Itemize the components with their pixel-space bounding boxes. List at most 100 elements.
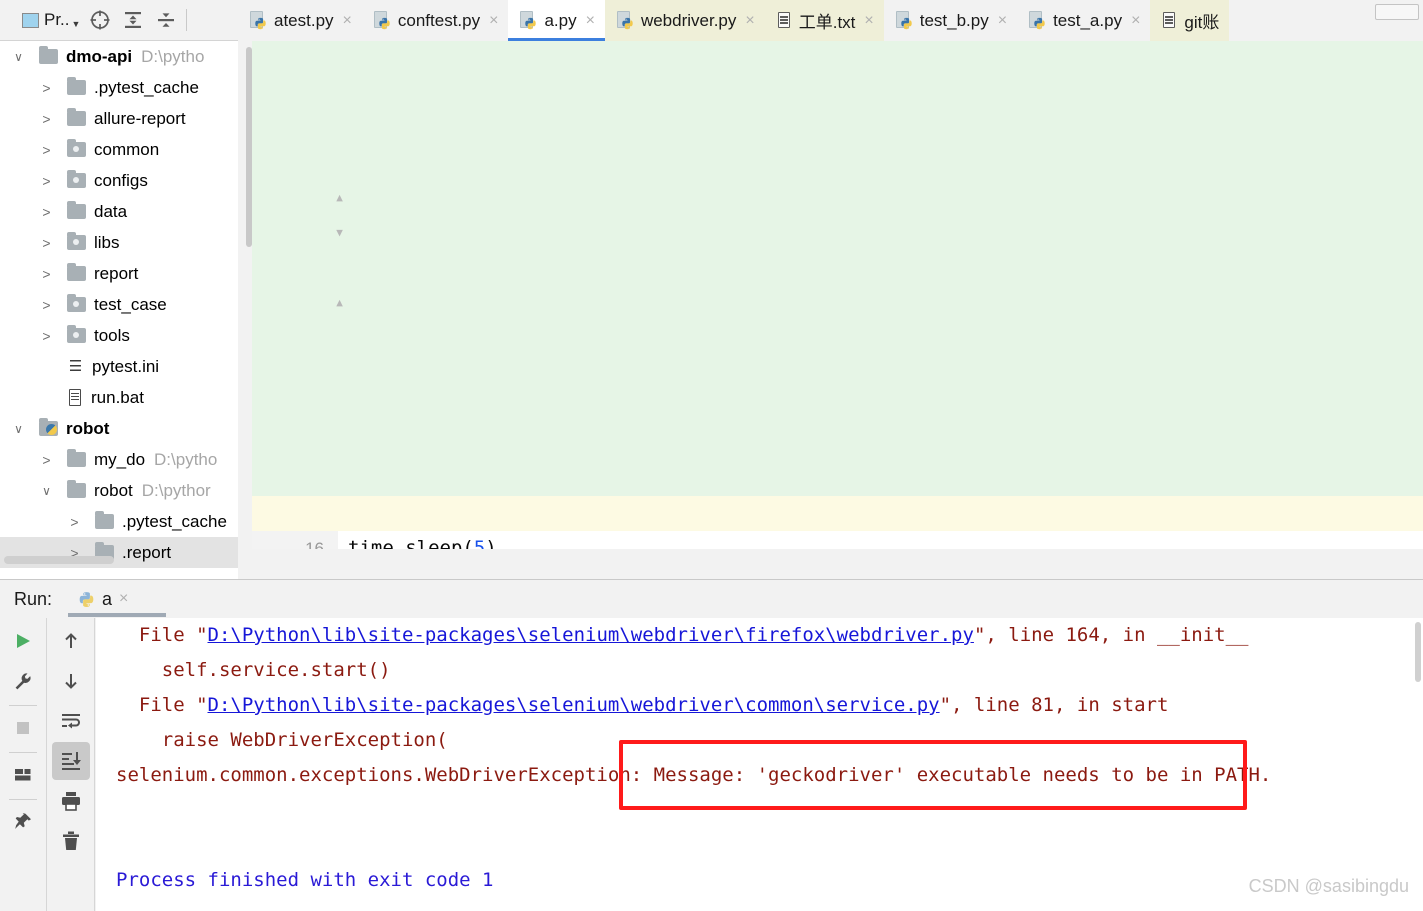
tab-gongdan-txt[interactable]: 工单.txt ×	[764, 0, 884, 41]
close-icon[interactable]: ×	[343, 12, 352, 29]
layout-icon[interactable]	[4, 756, 42, 794]
tree-item-my-do[interactable]: my_do D:\pytho	[0, 444, 238, 475]
tree-item-configs[interactable]: configs	[0, 165, 238, 196]
tab-atest-py[interactable]: atest.py ×	[238, 0, 362, 41]
tree-item-label: .pytest_cache	[122, 511, 227, 531]
code-line-6[interactable]: 6 @Email: dcr_gaojba@dcits.com	[252, 146, 1423, 244]
tree-horizontal-scrollbar[interactable]	[4, 556, 114, 564]
project-window-icon	[22, 12, 39, 28]
tree-item-common[interactable]: common	[0, 134, 238, 165]
chevron-right-icon[interactable]	[40, 328, 53, 344]
close-icon[interactable]: ×	[864, 12, 873, 29]
chevron-right-icon[interactable]	[68, 514, 81, 530]
chevron-down-icon[interactable]	[12, 421, 25, 436]
code-line-16[interactable]: 16	[252, 496, 1423, 549]
code-line-7[interactable]: 7 ▲ """	[252, 181, 1423, 314]
tab-test-a-py[interactable]: test_a.py ×	[1017, 0, 1151, 41]
tab-a-py[interactable]: a.py ×	[508, 0, 606, 41]
fold-marker-icon[interactable]: ▲	[334, 192, 345, 203]
code-line-5[interactable]: 5 @author: gao'jian'bo	[252, 111, 1423, 209]
project-tree[interactable]: dmo-api D:\pytho .pytest_cache allure-re…	[0, 41, 238, 579]
tree-item-tools[interactable]: tools	[0, 320, 238, 351]
code-line-10[interactable]: 10 ▲ import time	[252, 286, 1423, 419]
chevron-right-icon[interactable]	[40, 204, 53, 220]
close-icon[interactable]: ×	[998, 12, 1007, 29]
tree-item-path: D:\pytho	[141, 46, 205, 66]
code-editor[interactable]: 3 @file_name: a 4 @current_time: 2022/1/…	[252, 41, 1423, 549]
code-line-11[interactable]: 11 mydri = webdriver.Firefox()	[252, 321, 1423, 419]
tree-item-pytest-cache[interactable]: .pytest_cache	[0, 72, 238, 103]
code-line-14[interactable]: 14 ele = mydri.find_element(By.CSS_SELEC…	[252, 426, 1423, 524]
chevron-right-icon[interactable]	[40, 452, 53, 468]
chevron-right-icon[interactable]	[40, 142, 53, 158]
soft-wrap-icon[interactable]	[52, 702, 90, 740]
project-view-button[interactable]: Pr.. ▼	[19, 6, 83, 34]
code-line-12[interactable]: 12 mydri.get('https://www.baidu.com')	[252, 356, 1423, 454]
code-line-9[interactable]: 9 from selenium.webdriver.common.by impo…	[252, 251, 1423, 349]
tab-webdriver-py[interactable]: webdriver.py ×	[604, 0, 765, 41]
print-icon[interactable]	[52, 782, 90, 820]
tab-test-b-py[interactable]: test_b.py ×	[883, 0, 1018, 41]
run-configuration-tab[interactable]: a ×	[78, 589, 128, 610]
text-file-icon	[777, 11, 792, 30]
tab-conftest-py[interactable]: conftest.py ×	[361, 0, 509, 41]
collapse-all-icon[interactable]	[149, 4, 182, 37]
code-line-3[interactable]: 3 @file_name: a	[252, 41, 1423, 139]
pin-icon[interactable]	[4, 803, 42, 841]
tree-item-allure-report[interactable]: allure-report	[0, 103, 238, 134]
tree-item-robot-root[interactable]: robot	[0, 413, 238, 444]
tree-item-path: D:\pytho	[154, 449, 218, 469]
chevron-right-icon[interactable]	[40, 111, 53, 127]
close-icon[interactable]: ×	[586, 12, 595, 29]
tree-item-libs[interactable]: libs	[0, 227, 238, 258]
tree-item-data[interactable]: data	[0, 196, 238, 227]
code-line-4[interactable]: 4 @current_time: 2022/1/5 14:45	[252, 76, 1423, 174]
down-arrow-icon[interactable]	[52, 662, 90, 700]
editor-tab-strip: atest.py × conftest.py × a.py × webdrive…	[238, 0, 1423, 41]
tree-item-label: my_do	[94, 449, 146, 469]
close-icon[interactable]: ×	[119, 590, 128, 608]
up-arrow-icon[interactable]	[52, 622, 90, 660]
close-icon[interactable]: ×	[489, 12, 498, 29]
run-icon[interactable]	[4, 622, 42, 660]
close-icon[interactable]: ×	[1131, 12, 1140, 29]
locate-icon[interactable]	[83, 4, 116, 37]
fold-marker-icon[interactable]: ▲	[334, 297, 345, 308]
file-path-link[interactable]: D:\Python\lib\site-packages\selenium\web…	[208, 694, 940, 716]
trash-icon[interactable]	[52, 822, 90, 860]
code-line-8[interactable]: 8 ▼ from selenium import webdriver	[252, 216, 1423, 349]
chevron-right-icon[interactable]	[40, 297, 53, 313]
stop-icon[interactable]	[4, 709, 42, 747]
chevron-right-icon[interactable]	[40, 235, 53, 251]
chevron-right-icon[interactable]	[40, 266, 53, 282]
tree-item-robot-pytest-cache[interactable]: .pytest_cache	[0, 506, 238, 537]
tree-item-robot[interactable]: robot D:\pythor	[0, 475, 238, 506]
tree-item-run-bat[interactable]: run.bat	[0, 382, 238, 413]
wrench-icon[interactable]	[4, 662, 42, 700]
tree-item-dmo-api[interactable]: dmo-api D:\pytho	[0, 41, 238, 72]
top-bar: Pr.. ▼ atest.py × conftest.py × a.py × w…	[0, 0, 1423, 41]
console-vertical-scrollbar[interactable]	[1415, 622, 1421, 682]
folder-icon	[95, 511, 114, 529]
tree-item-test-case[interactable]: test_case	[0, 289, 238, 320]
editor-inspection-widget[interactable]	[1375, 4, 1419, 20]
console-text: self.service.start()	[116, 659, 391, 681]
chevron-right-icon[interactable]	[40, 80, 53, 96]
tree-item-report[interactable]: report	[0, 258, 238, 289]
tab-git-account[interactable]: git账	[1150, 0, 1230, 41]
fold-marker-icon[interactable]: ▼	[334, 227, 345, 238]
chevron-down-icon[interactable]	[40, 483, 53, 498]
expand-all-icon[interactable]	[116, 4, 149, 37]
chevron-down-icon[interactable]	[12, 49, 25, 64]
code-line-15[interactable]: 15 time.sleep(5)	[252, 461, 1423, 549]
code-line-13[interactable]: 13 time.sleep(4)	[252, 391, 1423, 489]
chevron-right-icon[interactable]	[40, 173, 53, 189]
tree-item-label: allure-report	[94, 108, 186, 128]
scroll-to-end-icon[interactable]	[52, 742, 90, 780]
tree-item-label: dmo-api	[66, 46, 133, 66]
run-window-label: Run:	[14, 588, 53, 609]
close-icon[interactable]: ×	[745, 12, 754, 29]
file-path-link[interactable]: D:\Python\lib\site-packages\selenium\web…	[208, 624, 974, 646]
tree-item-pytest-ini[interactable]: ☰ pytest.ini	[0, 351, 238, 382]
